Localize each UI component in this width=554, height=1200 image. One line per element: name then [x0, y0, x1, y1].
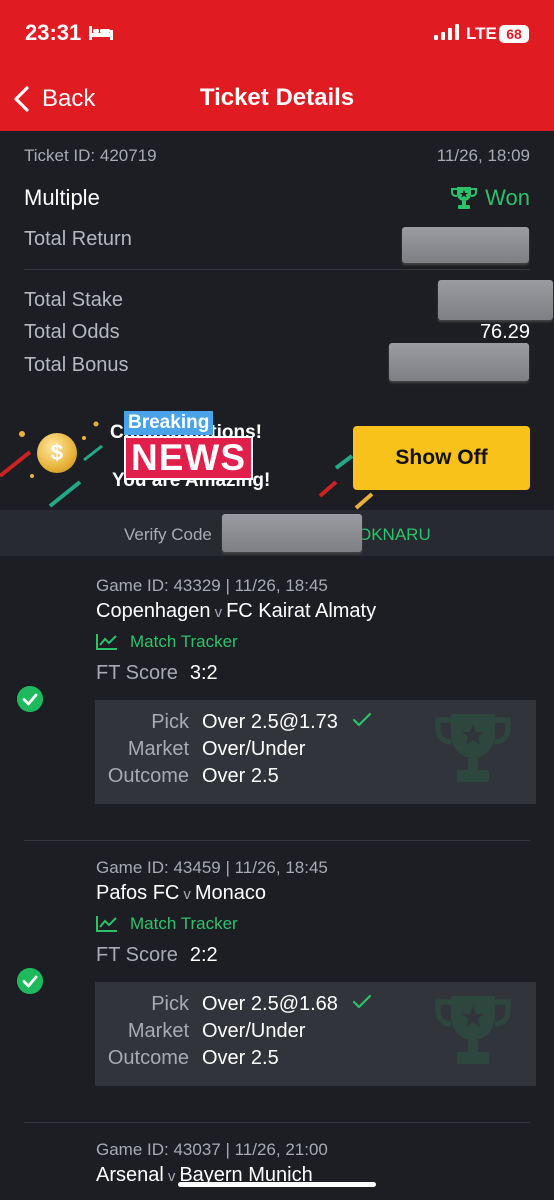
market-row: Market Over/Under	[95, 738, 536, 764]
outcome-label: Outcome	[107, 1047, 189, 1069]
ft-score: FT Score 3:2	[96, 662, 218, 685]
redacted-verify-code	[222, 514, 362, 552]
pick-details-box: Pick Over 2.5@1.73 Market Over/Under Out…	[95, 700, 536, 804]
total-bonus-label: Total Bonus	[24, 354, 129, 376]
game-teams: Copenhagen v FC Kairat Almaty	[96, 600, 376, 623]
pick-value: Over 2.5@1.73	[202, 711, 372, 734]
check-icon	[352, 994, 371, 1009]
outcome-label: Outcome	[107, 765, 189, 787]
show-off-button[interactable]: Show Off	[353, 426, 530, 490]
ft-score: FT Score 2:2	[96, 944, 218, 967]
outcome-row: Outcome Over 2.5	[95, 1047, 536, 1073]
news-sticker: NEWS	[124, 436, 253, 480]
chart-line-icon	[96, 916, 117, 932]
trophy-icon	[451, 187, 478, 209]
total-odds-value: 76.29	[479, 321, 530, 343]
ft-score-label: FT Score	[96, 944, 178, 966]
market-label: Market	[127, 738, 189, 760]
chart-line-icon	[96, 634, 117, 650]
coin-icon: $	[37, 433, 77, 473]
checkmark-circle-icon	[17, 686, 43, 712]
game-card-1: Game ID: 43329 | 11/26, 18:45 Copenhagen…	[0, 556, 554, 840]
pick-label: Pick	[151, 711, 189, 733]
verify-code-label: Verify Code	[124, 525, 212, 544]
pick-label: Pick	[151, 993, 189, 1015]
ticket-type: Multiple	[24, 185, 100, 210]
ticket-id: Ticket ID: 420719	[24, 146, 157, 165]
game-card-2: Game ID: 43459 | 11/26, 18:45 Pafos FC v M…	[0, 838, 554, 1122]
outcome-value: Over 2.5	[202, 765, 279, 787]
versus-label: v	[183, 886, 191, 903]
match-tracker-link[interactable]: Match Tracker	[96, 632, 238, 652]
versus-label: v	[167, 1168, 176, 1185]
game-teams: Pafos FC v Monaco	[96, 882, 266, 905]
won-status: Won	[451, 185, 530, 211]
ticket-type-row: Multiple Won	[24, 185, 530, 211]
total-return-label: Total Return	[24, 228, 132, 250]
ft-score-label: FT Score	[96, 662, 178, 684]
network-type: LTE	[466, 24, 497, 43]
outcome-row: Outcome Over 2.5	[95, 765, 536, 791]
outcome-value: Over 2.5	[202, 1047, 279, 1069]
game-id: Game ID: 43459 | 11/26, 18:45	[96, 858, 328, 877]
pick-value: Over 2.5@1.68	[202, 993, 372, 1016]
home-team: Copenhagen	[96, 600, 211, 622]
breaking-sticker: Breaking	[124, 411, 214, 435]
divider	[24, 269, 530, 270]
game-id: Game ID: 43037 | 11/26, 21:00	[96, 1140, 328, 1159]
total-stake-label: Total Stake	[24, 289, 123, 311]
home-indicator[interactable]	[178, 1182, 376, 1187]
share-promo-banner: $ Congratulations! You are Amazing! Brea…	[0, 398, 554, 510]
ticket-datetime: 11/26, 18:09	[436, 146, 530, 165]
redacted-total-return	[402, 227, 529, 263]
app-header: 23:31 LTE 68 Back Ticket Details	[0, 0, 554, 131]
cellular-signal-icon	[434, 24, 459, 40]
pick-row: Pick Over 2.5@1.68	[95, 993, 536, 1019]
market-value: Over/Under	[202, 738, 306, 760]
sleep-mode-icon	[89, 26, 113, 40]
home-team: Arsenal	[96, 1164, 164, 1186]
status-time: 23:31	[25, 20, 82, 45]
versus-label: v	[214, 604, 223, 621]
game-id: Game ID: 43329 | 11/26, 18:45	[96, 576, 328, 595]
check-icon	[352, 712, 371, 727]
game-card-3: Game ID: 43037 | 11/26, 21:00 Arsenal v Ba…	[0, 1120, 554, 1200]
ft-score-value: 2:2	[189, 944, 218, 966]
away-team: Monaco	[194, 882, 267, 904]
market-row: Market Over/Under	[95, 1020, 536, 1046]
pick-row: Pick Over 2.5@1.73	[95, 711, 536, 737]
market-value: Over/Under	[202, 1020, 306, 1042]
home-team: Pafos FC	[96, 882, 180, 904]
nav-bar: Back Ticket Details	[0, 68, 554, 131]
checkmark-circle-icon	[17, 968, 43, 994]
match-tracker-link[interactable]: Match Tracker	[96, 914, 238, 934]
total-odds-row: Total Odds 76.29	[24, 321, 530, 344]
page-title: Ticket Details	[199, 84, 355, 111]
market-label: Market	[127, 1020, 189, 1042]
ticket-meta-row: Ticket ID: 420719 11/26, 18:09	[24, 146, 530, 166]
pick-details-box: Pick Over 2.5@1.68 Market Over/Under Out…	[95, 982, 536, 1086]
verify-code-bar: Verify Code OKNARU	[0, 510, 554, 556]
redacted-total-bonus	[389, 343, 529, 381]
ft-score-value: 3:2	[189, 662, 218, 684]
total-odds-label: Total Odds	[24, 321, 120, 343]
verify-code-value: OKNARU	[358, 525, 431, 544]
redacted-total-stake	[438, 280, 553, 320]
status-bar: 23:31 LTE 68	[0, 0, 554, 68]
battery-indicator: 68	[499, 25, 529, 43]
away-team: FC Kairat Almaty	[226, 600, 377, 622]
